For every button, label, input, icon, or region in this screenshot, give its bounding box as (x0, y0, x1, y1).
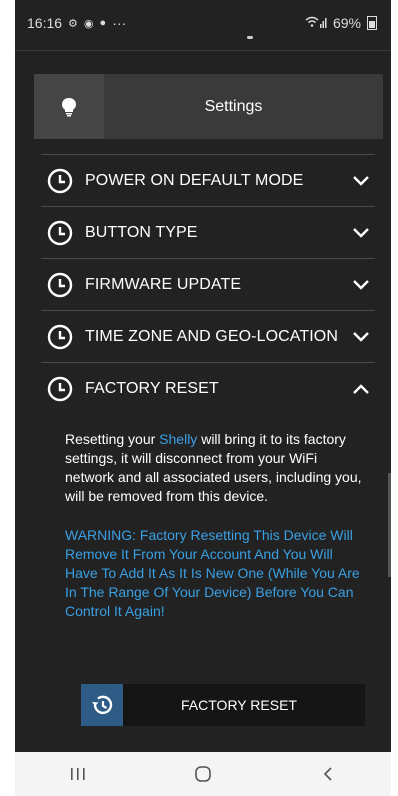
home-icon (195, 766, 211, 782)
podcast-notification-icon: ◉ (83, 17, 94, 30)
camera-notch (247, 36, 253, 39)
clock-icon (47, 168, 73, 193)
factory-reset-description: Resetting your Shelly will bring it to i… (65, 430, 365, 506)
recents-icon (70, 768, 85, 780)
factory-reset-button[interactable]: FACTORY RESET (81, 684, 365, 726)
lightbulb-icon (62, 97, 76, 116)
clock-icon (47, 220, 73, 245)
page-title: Settings (204, 97, 263, 115)
clock-icon (47, 272, 73, 297)
settings-accordion: POWER ON DEFAULT MODE BUTTON TYPE FIRMWA… (41, 154, 375, 414)
chevron-down-icon[interactable] (353, 278, 369, 292)
section-label: POWER ON DEFAULT MODE (85, 171, 304, 189)
battery-percent: 69% (332, 15, 361, 31)
lightbulb-icon-box (34, 74, 104, 139)
home-button[interactable] (183, 759, 223, 789)
section-firmware-update[interactable]: FIRMWARE UPDATE (41, 258, 375, 310)
factory-reset-button-label: FACTORY RESET (181, 697, 297, 713)
history-reset-icon (92, 695, 113, 714)
section-label: TIME ZONE AND GEO-LOCATION (85, 327, 338, 345)
app-screen: 16:16 ⚙ ◉ ● ··· 69% Settings POWER ON DE… (15, 0, 391, 752)
phone-frame: 16:16 ⚙ ◉ ● ··· 69% Settings POWER ON DE… (15, 0, 391, 796)
chevron-down-icon[interactable] (353, 226, 369, 240)
scrollbar[interactable] (388, 473, 391, 577)
section-label: BUTTON TYPE (85, 223, 198, 241)
top-divider (15, 50, 391, 51)
recents-button[interactable] (58, 759, 98, 789)
wifi-signal-icon (305, 16, 327, 31)
status-left: 16:16 ⚙ ◉ ● ··· (27, 15, 126, 31)
clock-icon (47, 376, 73, 401)
factory-reset-warning: WARNING: Factory Resetting This Device W… (65, 527, 360, 619)
battery-icon (367, 16, 377, 30)
section-label: FACTORY RESET (85, 379, 219, 397)
brand-name: Shelly (159, 431, 198, 447)
app-notification-icon: ● (99, 17, 107, 29)
description-start: Resetting your (65, 431, 160, 447)
system-nav-bar (15, 752, 391, 796)
section-label: FIRMWARE UPDATE (85, 275, 242, 293)
settings-header: Settings (34, 74, 383, 139)
back-button[interactable] (308, 759, 348, 789)
section-time-zone-geo-location[interactable]: TIME ZONE AND GEO-LOCATION (41, 310, 375, 362)
status-time: 16:16 (27, 15, 63, 31)
section-button-type[interactable]: BUTTON TYPE (41, 206, 375, 258)
chevron-down-icon[interactable] (353, 174, 369, 188)
chevron-down-icon[interactable] (353, 330, 369, 344)
section-power-on-default-mode[interactable]: POWER ON DEFAULT MODE (41, 154, 375, 206)
factory-reset-panel: Resetting your Shelly will bring it to i… (41, 430, 375, 726)
section-factory-reset[interactable]: FACTORY RESET (41, 362, 375, 414)
clock-icon (47, 324, 73, 349)
back-icon (324, 767, 332, 781)
status-right: 69% (305, 15, 377, 31)
status-bar: 16:16 ⚙ ◉ ● ··· 69% (15, 0, 391, 46)
chevron-up-icon[interactable] (353, 382, 369, 396)
settings-notification-icon: ⚙ (68, 17, 78, 30)
status-more: ··· (112, 15, 127, 31)
reset-icon-box (81, 684, 123, 726)
